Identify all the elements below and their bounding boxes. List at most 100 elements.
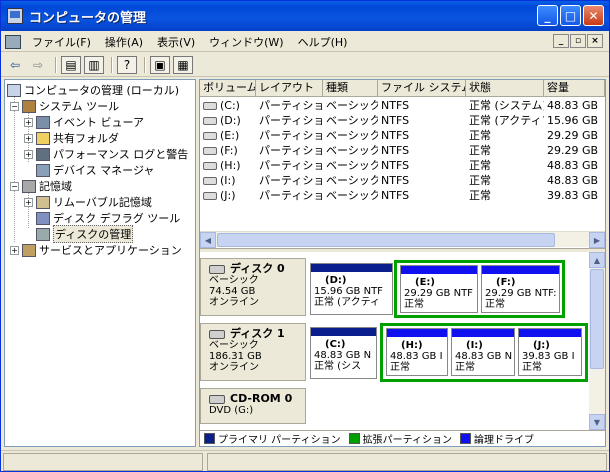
vertical-scrollbar[interactable]: ▲ ▼ bbox=[589, 252, 605, 430]
scroll-thumb[interactable] bbox=[217, 233, 555, 247]
volume-cell: 29.29 GB bbox=[544, 128, 605, 143]
expand-icon[interactable]: + bbox=[24, 117, 33, 127]
volume-cell: 正常 (アクティブ) bbox=[466, 113, 544, 128]
volume-cell-text: パーティション bbox=[259, 174, 323, 187]
tree-label: リムーバブル記憶域 bbox=[53, 196, 152, 209]
forward-arrow-icon[interactable]: ⇨ bbox=[28, 56, 48, 74]
scroll-up-icon[interactable]: ▲ bbox=[589, 252, 605, 268]
volume-cell-text: (J:) bbox=[220, 189, 236, 202]
horizontal-scrollbar[interactable]: ◀ ▶ bbox=[200, 231, 605, 248]
menu-file[interactable]: ファイル(F) bbox=[25, 34, 98, 50]
tree-storage[interactable]: − 記憶域 bbox=[10, 178, 72, 194]
volume-cell-text: パーティション bbox=[259, 159, 323, 172]
column-header-filesystem[interactable]: ファイル システム bbox=[378, 80, 466, 97]
volume-row[interactable]: (C:) パーティションベーシックNTFS 正常 (システム)48.83 GB bbox=[200, 98, 605, 113]
tree-perf-logs[interactable]: + パフォーマンス ログと警告 bbox=[24, 146, 188, 162]
tree-removable-storage[interactable]: + リムーバブル記憶域 bbox=[24, 194, 152, 210]
expand-icon[interactable]: + bbox=[24, 197, 33, 207]
column-header-status[interactable]: 状態 bbox=[466, 80, 544, 97]
maximize-button[interactable]: □ bbox=[560, 5, 581, 26]
tree-disk-management[interactable]: ディスクの管理 bbox=[36, 225, 134, 243]
volume-cell: 48.83 GB bbox=[544, 98, 605, 113]
menu-action[interactable]: 操作(A) bbox=[98, 34, 150, 50]
back-arrow-icon[interactable]: ⇦ bbox=[5, 56, 25, 74]
volume-cell-text: NTFS bbox=[381, 174, 410, 187]
partition-c[interactable]: (C:) 48.83 GB N 正常 (シス bbox=[310, 327, 377, 379]
tree-shared-folders[interactable]: + 共有フォルダ bbox=[24, 130, 119, 146]
volume-cell-text: (C:) bbox=[220, 99, 240, 112]
expand-icon[interactable]: + bbox=[24, 133, 33, 143]
partition-j[interactable]: (J:) 39.83 GB I 正常 bbox=[518, 328, 582, 376]
status-cell bbox=[207, 453, 607, 471]
mdi-close-button[interactable]: × bbox=[587, 34, 603, 48]
cdrom-0-label[interactable]: CD-ROM 0 DVD (G:) bbox=[200, 388, 306, 424]
volume-cell: ベーシック bbox=[323, 143, 378, 158]
menu-help[interactable]: ヘルプ(H) bbox=[291, 34, 355, 50]
volume-cell: 正常 bbox=[466, 173, 544, 188]
primary-partition-swatch bbox=[204, 433, 215, 444]
console-tree: コンピュータの管理 (ローカル) − システム ツール + イベント ビューア … bbox=[4, 79, 196, 447]
minimize-button[interactable]: _ bbox=[537, 5, 558, 26]
volume-cell-text: 48.83 GB bbox=[547, 159, 599, 172]
up-folder-icon[interactable]: ▤ bbox=[61, 55, 81, 74]
mmc-menu-icon[interactable] bbox=[5, 34, 21, 49]
title-bar[interactable]: コンピュータの管理 _ □ ✕ bbox=[1, 1, 609, 31]
collapse-icon[interactable]: − bbox=[10, 101, 19, 111]
collapse-icon[interactable]: − bbox=[10, 181, 19, 191]
scroll-thumb[interactable] bbox=[590, 269, 604, 369]
column-header-type[interactable]: 種類 bbox=[323, 80, 378, 97]
scroll-left-icon[interactable]: ◀ bbox=[200, 232, 216, 248]
help-icon[interactable]: ? bbox=[117, 55, 137, 74]
volume-cell-text: ベーシック bbox=[326, 114, 378, 127]
volume-row[interactable]: (H:) パーティションベーシックNTFS 正常 48.83 GB bbox=[200, 158, 605, 173]
volume-row[interactable]: (D:) パーティションベーシックNTFS 正常 (アクティブ)15.96 GB bbox=[200, 113, 605, 128]
show-tree-icon[interactable]: ▥ bbox=[84, 55, 104, 74]
menu-window[interactable]: ウィンドウ(W) bbox=[202, 34, 290, 50]
disk-0-label[interactable]: ディスク 0 ベーシック 74.54 GB オンライン bbox=[200, 258, 306, 316]
tree-root[interactable]: コンピュータの管理 (ローカル) bbox=[7, 82, 179, 98]
tree-system-tools[interactable]: − システム ツール bbox=[10, 98, 119, 114]
partition-d[interactable]: (D:) 15.96 GB NTF 正常 (アクティ bbox=[310, 263, 393, 315]
volume-row[interactable]: (J:) パーティションベーシックNTFS 正常 39.83 GB bbox=[200, 188, 605, 203]
legend-logical: 論理ドライブ bbox=[474, 435, 534, 446]
properties-icon[interactable]: ▣ bbox=[150, 55, 170, 74]
tree-defrag[interactable]: ディスク デフラグ ツール bbox=[36, 210, 180, 226]
volume-cell-text: ベーシック bbox=[326, 129, 378, 142]
tree-label: ディスク デフラグ ツール bbox=[53, 212, 181, 225]
volume-cell: ベーシック bbox=[323, 188, 378, 203]
column-header-layout[interactable]: レイアウト bbox=[256, 80, 323, 97]
volume-cell-text: ベーシック bbox=[326, 159, 378, 172]
scroll-right-icon[interactable]: ▶ bbox=[589, 232, 605, 248]
partition-info: 29.29 GB NTF: bbox=[485, 288, 557, 299]
volume-cell: NTFS bbox=[378, 143, 466, 158]
tree-services-apps[interactable]: + サービスとアプリケーション bbox=[10, 242, 182, 258]
logical-drive-swatch bbox=[460, 433, 471, 444]
volume-cell-text: 正常 bbox=[469, 129, 491, 142]
disk-type: ベーシック bbox=[209, 340, 259, 351]
volume-row[interactable]: (E:) パーティションベーシックNTFS 正常 29.29 GB bbox=[200, 128, 605, 143]
mdi-restore-button[interactable]: ▫ bbox=[570, 34, 586, 48]
volume-cell: パーティション bbox=[256, 158, 323, 173]
menu-bar: ファイル(F) 操作(A) 表示(V) ウィンドウ(W) ヘルプ(H) _ ▫ … bbox=[1, 32, 609, 52]
expand-icon[interactable]: + bbox=[24, 149, 33, 159]
partition-i[interactable]: (I:) 48.83 GB N 正常 bbox=[451, 328, 515, 376]
menu-view[interactable]: 表示(V) bbox=[150, 34, 202, 50]
close-button[interactable]: ✕ bbox=[583, 5, 604, 26]
scroll-down-icon[interactable]: ▼ bbox=[589, 414, 605, 430]
volume-row[interactable]: (I:) パーティションベーシックNTFS 正常 48.83 GB bbox=[200, 173, 605, 188]
volume-row[interactable]: (F:) パーティションベーシックNTFS 正常 29.29 GB bbox=[200, 143, 605, 158]
column-header-volume[interactable]: ボリューム bbox=[200, 80, 256, 97]
partition-f[interactable]: (F:) 29.29 GB NTF: 正常 bbox=[481, 265, 560, 313]
volume-cell: 39.83 GB bbox=[544, 188, 605, 203]
disk-1-label[interactable]: ディスク 1 ベーシック 186.31 GB オンライン bbox=[200, 323, 306, 381]
partition-h[interactable]: (H:) 48.83 GB I 正常 bbox=[386, 328, 448, 376]
partition-e[interactable]: (E:) 29.29 GB NTF 正常 bbox=[400, 265, 478, 313]
volume-cell-text: パーティション bbox=[259, 99, 323, 112]
settings-icon[interactable]: ▦ bbox=[173, 55, 193, 74]
mdi-minimize-button[interactable]: _ bbox=[553, 34, 569, 48]
expand-icon[interactable]: + bbox=[10, 245, 19, 255]
tree-device-manager[interactable]: デバイス マネージャ bbox=[36, 162, 154, 178]
column-header-capacity[interactable]: 容量 bbox=[544, 80, 605, 97]
partition-status: 正常 (アクティ bbox=[314, 297, 380, 308]
tree-event-viewer[interactable]: + イベント ビューア bbox=[24, 114, 144, 130]
